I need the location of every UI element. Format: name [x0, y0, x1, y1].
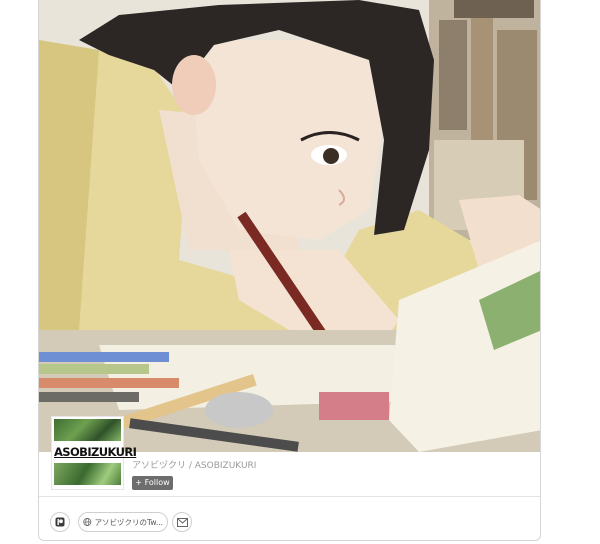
patreon-link[interactable]	[50, 512, 70, 532]
creator-card: ASOBIZUKURI アソビヅクリ / ASOBIZUKURI + Follo…	[38, 0, 541, 541]
creator-name[interactable]: アソビヅクリ / ASOBIZUKURI	[132, 458, 256, 471]
avatar-top-image	[54, 419, 121, 441]
creator-avatar[interactable]: ASOBIZUKURI	[51, 416, 137, 490]
avatar-bottom-image	[54, 463, 121, 485]
mail-button[interactable]	[172, 512, 192, 532]
patreon-icon	[55, 517, 65, 527]
cover-art	[39, 0, 540, 452]
globe-icon	[83, 518, 92, 526]
avatar-brand-text: ASOBIZUKURI	[54, 441, 137, 463]
mail-icon	[176, 517, 188, 527]
cover-illustration	[39, 0, 540, 452]
twitter-link[interactable]: アソビヅクリのTw...	[78, 512, 168, 532]
follow-button[interactable]: + Follow	[132, 476, 173, 490]
divider	[39, 496, 540, 497]
twitter-link-label: アソビヅクリのTw...	[94, 517, 163, 527]
